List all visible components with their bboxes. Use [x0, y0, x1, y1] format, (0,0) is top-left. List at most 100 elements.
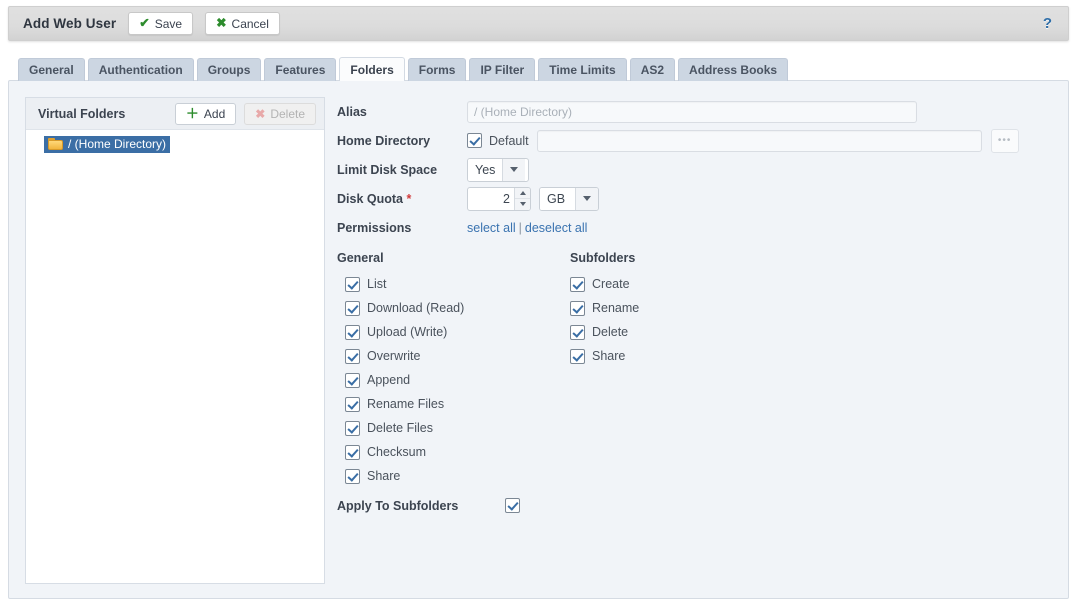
virtual-folders-header: Virtual Folders ＋ Add ✖ Delete	[26, 98, 324, 130]
permission-rename-files: Rename Files	[345, 392, 535, 416]
permission-delete-files-label: Delete Files	[367, 421, 433, 435]
disk-quota-label: Disk Quota *	[337, 192, 467, 206]
apply-to-subfolders-checkbox[interactable]	[505, 498, 520, 513]
permission-append-checkbox[interactable]	[345, 373, 360, 388]
general-heading: General	[337, 251, 535, 265]
stepper-arrows	[514, 188, 530, 210]
subfolder-rename-label: Rename	[592, 301, 639, 315]
save-button[interactable]: ✔ Save	[128, 12, 193, 35]
subfolder-delete-label: Delete	[592, 325, 628, 339]
disk-quota-unit-value: GB	[540, 188, 575, 210]
permission-checksum-label: Checksum	[367, 445, 426, 459]
select-all-link[interactable]: select all	[467, 221, 516, 235]
permission-list: List	[345, 272, 535, 296]
tab-as2[interactable]: AS2	[630, 58, 675, 81]
cancel-button-label: Cancel	[232, 17, 269, 31]
limit-disk-space-row: Limit Disk Space Yes	[337, 155, 1058, 184]
home-directory-default-label: Default	[489, 134, 529, 148]
subfolder-share-checkbox[interactable]	[570, 349, 585, 364]
permission-append-label: Append	[367, 373, 410, 387]
cancel-button[interactable]: ✖ Cancel	[205, 12, 280, 35]
disk-quota-label-text: Disk Quota	[337, 192, 403, 206]
home-directory-label: Home Directory	[337, 134, 467, 148]
permission-share-checkbox[interactable]	[345, 469, 360, 484]
permission-download-checkbox[interactable]	[345, 301, 360, 316]
chevron-down-icon	[575, 188, 598, 210]
subfolder-permission-share: Share	[570, 344, 735, 368]
chevron-down-icon	[502, 159, 525, 181]
subfolder-create-checkbox[interactable]	[570, 277, 585, 292]
tab-general[interactable]: General	[18, 58, 85, 81]
links-separator: |	[519, 221, 522, 235]
tab-time-limits[interactable]: Time Limits	[538, 58, 626, 81]
tab-forms[interactable]: Forms	[408, 58, 467, 81]
delete-folder-button[interactable]: ✖ Delete	[244, 103, 316, 125]
apply-to-subfolders-row: Apply To Subfolders	[337, 498, 1058, 513]
subfolder-delete-checkbox[interactable]	[570, 325, 585, 340]
permission-delete-files: Delete Files	[345, 416, 535, 440]
page-title: Add Web User	[23, 16, 116, 31]
limit-disk-space-value: Yes	[468, 159, 502, 181]
deselect-all-link[interactable]: deselect all	[525, 221, 588, 235]
stepper-decrement-icon[interactable]	[515, 199, 530, 210]
alias-label: Alias	[337, 105, 467, 119]
subfolder-permission-rename: Rename	[570, 296, 735, 320]
permission-overwrite: Overwrite	[345, 344, 535, 368]
close-icon: ✖	[216, 17, 226, 30]
subfolders-heading: Subfolders	[570, 251, 735, 265]
permissions-subfolders-column: Subfolders Create Rename Delete Share	[535, 251, 735, 488]
permission-upload-checkbox[interactable]	[345, 325, 360, 340]
permission-list-checkbox[interactable]	[345, 277, 360, 292]
permission-append: Append	[345, 368, 535, 392]
tab-authentication[interactable]: Authentication	[88, 58, 194, 81]
add-folder-button-label: Add	[204, 107, 225, 121]
tree-item-label: / (Home Directory)	[68, 137, 166, 151]
permissions-grid: General List Download (Read) Upload (Wri…	[337, 251, 1058, 488]
limit-disk-space-select[interactable]: Yes	[467, 158, 529, 182]
virtual-folders-title: Virtual Folders	[38, 107, 125, 121]
permission-share-label: Share	[367, 469, 400, 483]
subfolder-share-label: Share	[592, 349, 625, 363]
permission-upload-label: Upload (Write)	[367, 325, 447, 339]
permission-delete-files-checkbox[interactable]	[345, 421, 360, 436]
subfolder-create-label: Create	[592, 277, 630, 291]
apply-to-subfolders-label: Apply To Subfolders	[337, 499, 505, 513]
tab-features[interactable]: Features	[264, 58, 336, 81]
disk-quota-row: Disk Quota * 2 GB	[337, 184, 1058, 213]
subfolder-permission-delete: Delete	[570, 320, 735, 344]
subfolder-rename-checkbox[interactable]	[570, 301, 585, 316]
subfolder-permission-create: Create	[570, 272, 735, 296]
alias-input[interactable]: / (Home Directory)	[467, 101, 917, 123]
permission-rename-files-label: Rename Files	[367, 397, 444, 411]
tab-groups[interactable]: Groups	[197, 58, 262, 81]
tab-bar: General Authentication Groups Features F…	[8, 57, 1069, 81]
permission-overwrite-checkbox[interactable]	[345, 349, 360, 364]
delete-x-icon: ✖	[255, 108, 265, 120]
add-folder-button[interactable]: ＋ Add	[175, 103, 236, 125]
help-icon[interactable]: ?	[1037, 16, 1058, 31]
disk-quota-stepper[interactable]: 2	[467, 187, 531, 211]
home-directory-default-checkbox[interactable]	[467, 133, 482, 148]
permission-share: Share	[345, 464, 535, 488]
disk-quota-unit-select[interactable]: GB	[539, 187, 599, 211]
browse-directory-button[interactable]: •••	[991, 129, 1019, 153]
check-icon: ✔	[139, 17, 149, 30]
tab-ip-filter[interactable]: IP Filter	[469, 58, 535, 81]
tab-address-books[interactable]: Address Books	[678, 58, 788, 81]
permissions-row: Permissions select all | deselect all	[337, 213, 1058, 242]
permission-rename-files-checkbox[interactable]	[345, 397, 360, 412]
permission-overwrite-label: Overwrite	[367, 349, 420, 363]
tree-item-home-directory[interactable]: / (Home Directory)	[44, 136, 170, 153]
permissions-general-column: General List Download (Read) Upload (Wri…	[337, 251, 535, 488]
permission-checksum-checkbox[interactable]	[345, 445, 360, 460]
home-directory-path-input[interactable]	[537, 130, 982, 152]
tab-folders[interactable]: Folders	[339, 57, 404, 81]
folder-settings-form: Alias / (Home Directory) Home Directory …	[337, 97, 1058, 513]
limit-disk-space-label: Limit Disk Space	[337, 163, 467, 177]
alias-row: Alias / (Home Directory)	[337, 97, 1058, 126]
save-button-label: Save	[155, 17, 182, 31]
home-directory-row: Home Directory Default •••	[337, 126, 1058, 155]
permission-list-label: List	[367, 277, 386, 291]
window-titlebar: Add Web User ✔ Save ✖ Cancel ?	[8, 6, 1069, 41]
stepper-increment-icon[interactable]	[515, 188, 530, 200]
